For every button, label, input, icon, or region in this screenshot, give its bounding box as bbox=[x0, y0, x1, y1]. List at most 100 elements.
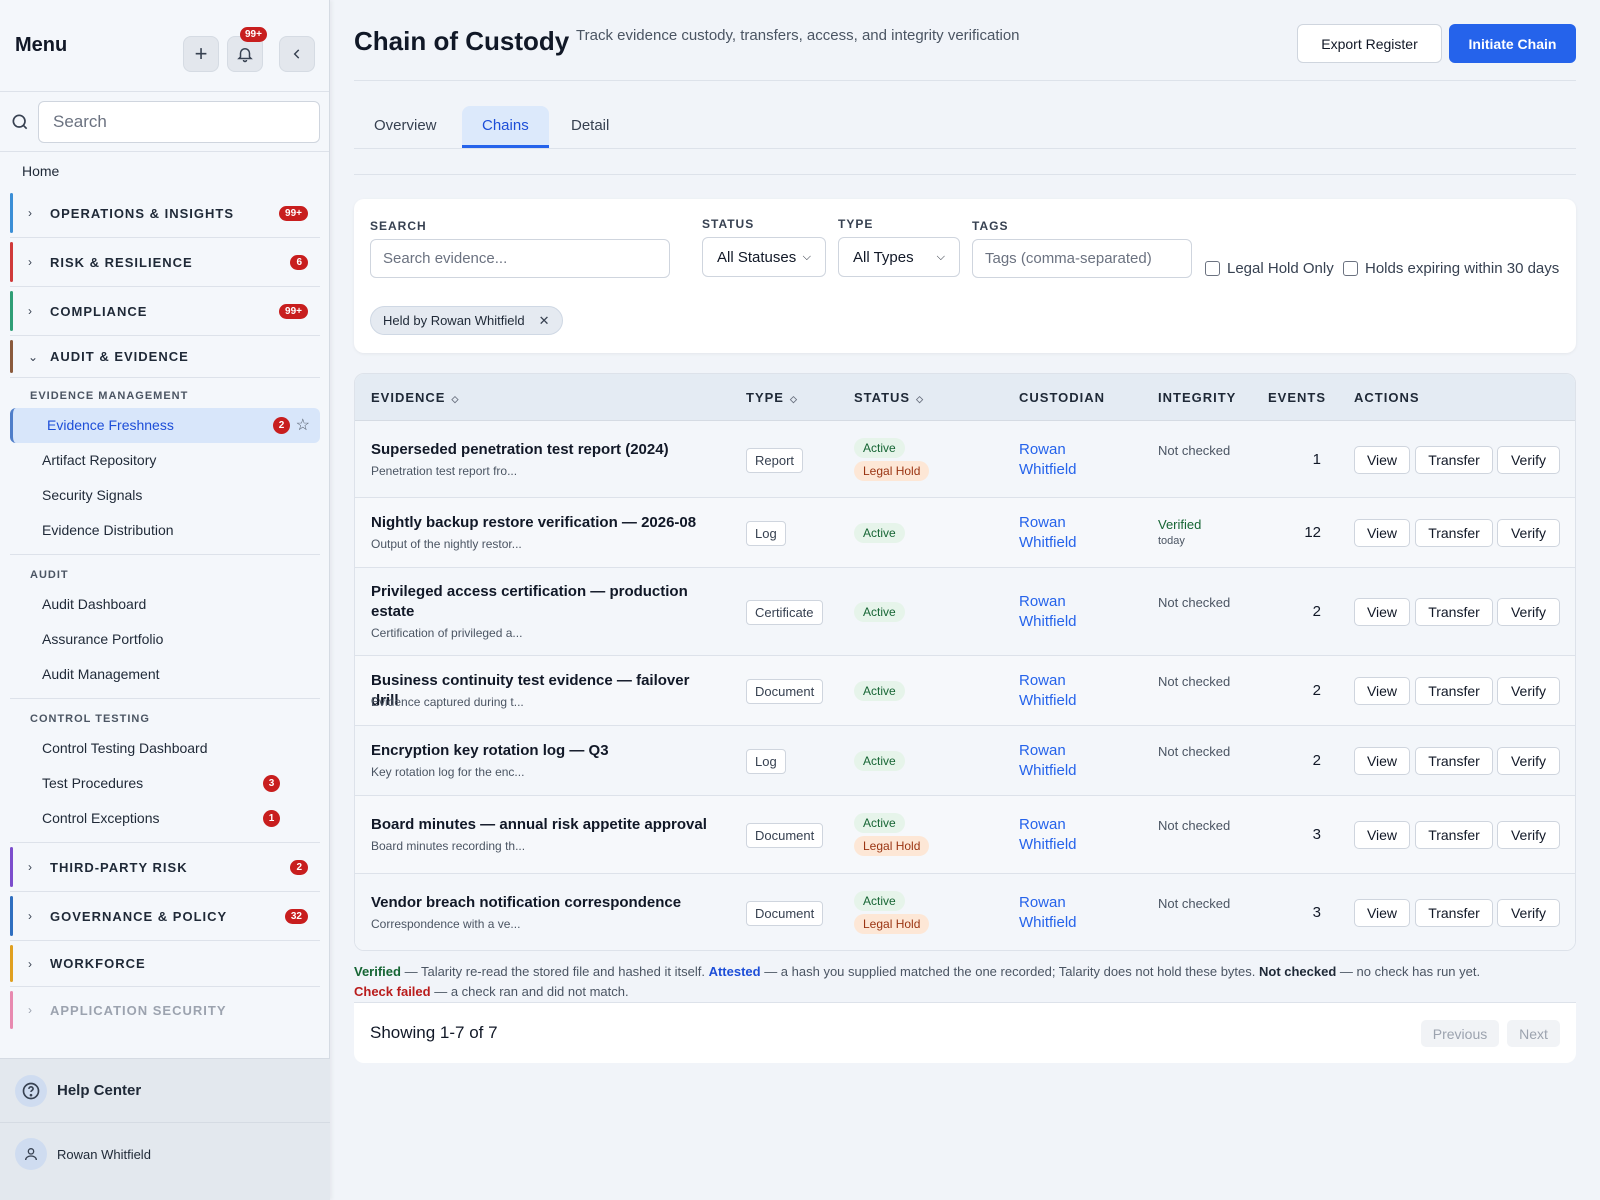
column-label: STATUS bbox=[854, 390, 911, 405]
view-button[interactable]: View bbox=[1354, 445, 1410, 474]
user-profile[interactable]: Rowan Whitfield bbox=[0, 1123, 330, 1185]
evidence-title[interactable]: Vendor breach notification correspondenc… bbox=[371, 893, 721, 913]
column-header-status[interactable]: STATUS ◇ bbox=[854, 390, 924, 405]
chevron-right-icon: › bbox=[28, 909, 32, 923]
holds-expiring-checkbox[interactable]: Holds expiring within 30 days bbox=[1343, 260, 1559, 277]
sidebar-item-control-testing-dashboard[interactable]: Control Testing Dashboard bbox=[0, 731, 320, 766]
notifications-button[interactable]: 99+ bbox=[227, 27, 267, 72]
group-label: GOVERNANCE & POLICY bbox=[50, 908, 228, 924]
view-button[interactable]: View bbox=[1354, 747, 1410, 775]
view-button[interactable]: View bbox=[1354, 821, 1410, 849]
status-badge: Active bbox=[854, 437, 905, 458]
sidebar-item-evidence-distribution[interactable]: Evidence Distribution bbox=[0, 513, 320, 548]
verify-button[interactable]: Verify bbox=[1497, 519, 1560, 547]
nav-group-application-security[interactable]: › APPLICATION SECURITY bbox=[10, 987, 320, 1033]
column-header-custodian: CUSTODIAN bbox=[1019, 390, 1106, 405]
custodian-link[interactable]: Rowan Whitfield bbox=[1019, 893, 1109, 933]
previous-page-button[interactable]: Previous bbox=[1421, 1020, 1499, 1047]
verify-button[interactable]: Verify bbox=[1497, 677, 1560, 705]
nav-group-governance-policy[interactable]: › GOVERNANCE & POLICY 32 bbox=[10, 892, 320, 941]
tags-input[interactable] bbox=[972, 239, 1192, 278]
sidebar-item-artifact-repository[interactable]: Artifact Repository bbox=[0, 443, 320, 478]
export-register-button[interactable]: Export Register bbox=[1297, 24, 1442, 63]
transfer-button[interactable]: Transfer bbox=[1415, 898, 1493, 927]
tab-chains[interactable]: Chains bbox=[462, 106, 549, 148]
nav-group-operations-insights[interactable]: › OPERATIONS & INSIGHTS 99+ bbox=[10, 189, 320, 238]
item-badge: 3 bbox=[263, 775, 280, 792]
status-badge: Active bbox=[854, 523, 905, 543]
custodian-link[interactable]: Rowan Whitfield bbox=[1019, 741, 1109, 781]
sidebar-item-home[interactable]: Home bbox=[0, 153, 330, 189]
chevron-right-icon: › bbox=[28, 956, 32, 971]
column-label: EVIDENCE bbox=[371, 390, 446, 405]
checkbox-box bbox=[1205, 261, 1220, 276]
custodian-link[interactable]: Rowan Whitfield bbox=[1019, 592, 1109, 632]
view-button[interactable]: View bbox=[1354, 519, 1410, 547]
close-icon[interactable]: ✕ bbox=[539, 313, 550, 329]
tab-detail[interactable]: Detail bbox=[551, 106, 629, 148]
transfer-button[interactable]: Transfer bbox=[1415, 821, 1493, 849]
group-label: OPERATIONS & INSIGHTS bbox=[50, 205, 234, 221]
sidebar-item-test-procedures[interactable]: Test Procedures 3 bbox=[0, 766, 320, 801]
custodian-link[interactable]: Rowan Whitfield bbox=[1019, 815, 1109, 855]
custodian-link[interactable]: Rowan Whitfield bbox=[1019, 513, 1109, 553]
nav-group-workforce[interactable]: › WORKFORCE bbox=[10, 941, 320, 987]
sidebar-item-evidence-freshness[interactable]: Evidence Freshness 2 ☆ bbox=[10, 408, 320, 443]
tab-overview[interactable]: Overview bbox=[354, 106, 457, 148]
collapse-sidebar-button[interactable] bbox=[279, 36, 315, 72]
sidebar-item-security-signals[interactable]: Security Signals bbox=[0, 478, 320, 513]
sidebar-search-input[interactable] bbox=[38, 101, 320, 143]
page-title: Chain of Custody bbox=[354, 26, 570, 56]
verify-button[interactable]: Verify bbox=[1497, 898, 1560, 927]
events-count: 2 bbox=[1312, 682, 1321, 699]
nav-group-third-party-risk[interactable]: › THIRD-PARTY RISK 2 bbox=[10, 843, 320, 892]
evidence-search-input[interactable] bbox=[370, 239, 670, 278]
sidebar-item-audit-dashboard[interactable]: Audit Dashboard bbox=[0, 587, 320, 622]
group-color-bar bbox=[10, 291, 13, 331]
initiate-chain-button[interactable]: Initiate Chain bbox=[1449, 24, 1576, 63]
evidence-title[interactable]: Superseded penetration test report (2024… bbox=[371, 440, 721, 460]
type-select[interactable]: All Types ⌵ bbox=[838, 237, 960, 277]
legal-hold-only-checkbox[interactable]: Legal Hold Only bbox=[1205, 260, 1334, 277]
transfer-button[interactable]: Transfer bbox=[1415, 519, 1493, 547]
status-select[interactable]: All Statuses ⌵ bbox=[702, 237, 826, 277]
group-color-bar bbox=[10, 896, 13, 936]
nav-group-compliance[interactable]: › COMPLIANCE 99+ bbox=[10, 287, 320, 336]
subsection-heading: EVIDENCE MANAGEMENT bbox=[30, 390, 189, 402]
verify-button[interactable]: Verify bbox=[1497, 598, 1560, 626]
evidence-title[interactable]: Board minutes — annual risk appetite app… bbox=[371, 815, 721, 835]
nav-group-risk-resilience[interactable]: › RISK & RESILIENCE 6 bbox=[10, 238, 320, 287]
evidence-title[interactable]: Privileged access certification — produc… bbox=[371, 582, 721, 622]
transfer-button[interactable]: Transfer bbox=[1415, 598, 1493, 626]
evidence-title[interactable]: Nightly backup restore verification — 20… bbox=[371, 513, 721, 533]
custodian-link[interactable]: Rowan Whitfield bbox=[1019, 671, 1109, 711]
verify-button[interactable]: Verify bbox=[1497, 747, 1560, 775]
evidence-title[interactable]: Encryption key rotation log — Q3 bbox=[371, 741, 721, 761]
sidebar-item-control-exceptions[interactable]: Control Exceptions 1 bbox=[0, 801, 320, 836]
sidebar-item-audit-management[interactable]: Audit Management bbox=[0, 657, 320, 692]
verify-button[interactable]: Verify bbox=[1497, 445, 1560, 474]
transfer-button[interactable]: Transfer bbox=[1415, 677, 1493, 705]
transfer-button[interactable]: Transfer bbox=[1415, 445, 1493, 474]
group-badge: 6 bbox=[290, 254, 308, 270]
view-button[interactable]: View bbox=[1354, 898, 1410, 927]
column-header-evidence[interactable]: EVIDENCE ◇ bbox=[371, 390, 459, 405]
column-header-type[interactable]: TYPE ◇ bbox=[746, 390, 798, 405]
nav-group-audit-evidence[interactable]: ⌄ AUDIT & EVIDENCE bbox=[10, 336, 320, 378]
legend-attested: Attested bbox=[708, 964, 761, 979]
view-button[interactable]: View bbox=[1354, 598, 1410, 626]
star-icon[interactable]: ☆ bbox=[296, 408, 310, 443]
transfer-button[interactable]: Transfer bbox=[1415, 747, 1493, 775]
evidence-description: Evidence captured during t... bbox=[371, 695, 524, 709]
help-center-link[interactable]: Help Center bbox=[0, 1059, 330, 1123]
next-page-button[interactable]: Next bbox=[1507, 1020, 1560, 1047]
verify-button[interactable]: Verify bbox=[1497, 821, 1560, 849]
integrity-status: Not checked bbox=[1158, 744, 1231, 759]
sidebar-item-assurance-portfolio[interactable]: Assurance Portfolio bbox=[0, 622, 320, 657]
chevron-right-icon: › bbox=[28, 255, 32, 269]
custodian-link[interactable]: Rowan Whitfield bbox=[1019, 440, 1109, 480]
legal-hold-badge: Legal Hold bbox=[854, 460, 930, 481]
add-button[interactable]: + bbox=[183, 36, 219, 72]
view-button[interactable]: View bbox=[1354, 677, 1410, 705]
help-icon bbox=[15, 1074, 47, 1107]
